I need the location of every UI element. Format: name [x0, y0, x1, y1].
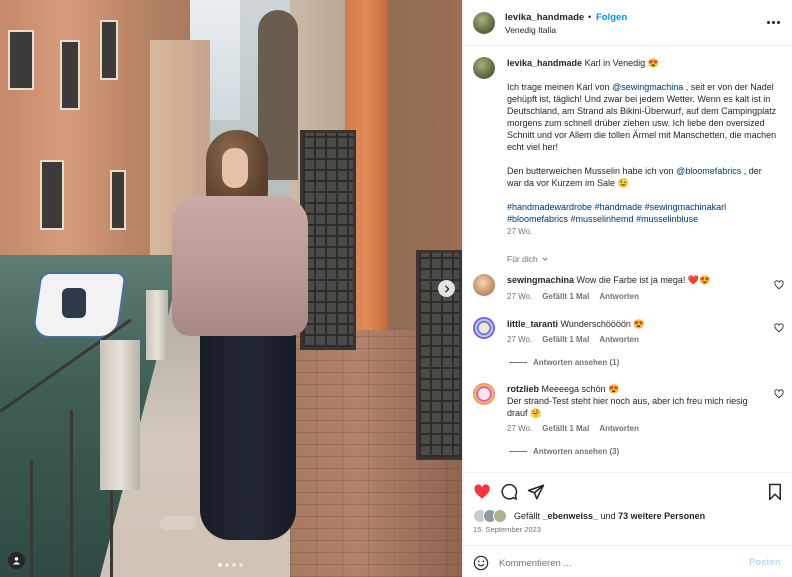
comment-likes[interactable]: Gefällt 1 Mal	[542, 424, 589, 433]
likes-text: Gefällt _ebenweiss_ und 73 weitere Perso…	[514, 511, 706, 521]
photo-window	[100, 20, 118, 80]
photo-window-grate	[416, 250, 462, 460]
photo-window	[110, 170, 126, 230]
comment-input[interactable]	[499, 553, 739, 573]
likes-summary[interactable]: Gefällt _ebenweiss_ und 73 weitere Perso…	[473, 509, 705, 523]
photo-window	[40, 160, 64, 230]
emoji-icon[interactable]	[473, 555, 489, 571]
translation-label: Für dich	[507, 254, 538, 264]
user-tag-button[interactable]	[8, 552, 25, 569]
heart-icon[interactable]	[473, 483, 491, 501]
caption-username[interactable]: levika_handmade	[507, 58, 582, 68]
translation-toggle[interactable]: Für dich	[507, 254, 549, 264]
more-options-button[interactable]	[765, 16, 781, 28]
reply-button[interactable]: Antworten	[599, 424, 639, 433]
likes-others[interactable]: 73 weitere Personen	[618, 511, 705, 521]
post-sidebar: levika_handmade • Folgen Venedig Italia …	[462, 0, 792, 577]
comment-time: 27 Wo.	[507, 292, 533, 301]
caption-time: 27 Wo.	[507, 227, 533, 236]
caption-headline: levika_handmade Karl in Venedig 😍	[507, 58, 659, 69]
mention-link[interactable]: @sewingmachina	[612, 82, 683, 92]
user-tag-icon	[12, 557, 21, 565]
bookmark-icon[interactable]	[766, 483, 784, 501]
comment-time: 27 Wo.	[507, 424, 533, 433]
comment-username[interactable]: little_taranti	[507, 319, 558, 329]
next-photo-button[interactable]	[438, 280, 455, 297]
photo-woman-shoe	[160, 516, 196, 530]
heart-icon[interactable]	[774, 323, 784, 333]
comment-text: sewingmachina Wow die Farbe ist ja mega!…	[507, 275, 711, 285]
comment-avatar[interactable]	[473, 317, 495, 339]
avatar[interactable]	[473, 12, 495, 34]
comment-likes[interactable]: Gefällt 1 Mal	[542, 335, 589, 344]
photo-woman-dress	[200, 300, 296, 540]
liker-avatars	[473, 509, 509, 523]
comment-time: 27 Wo.	[507, 335, 533, 344]
comment-meta: 27 Wo. Gefällt 1 Mal Antworten	[507, 424, 639, 433]
comment-username[interactable]: rotzlieb	[507, 384, 539, 394]
caption-title: Karl in Venedig 😍	[584, 58, 659, 68]
reply-button[interactable]: Antworten	[599, 292, 639, 301]
caption-hashtags[interactable]: #handmadewardrobe #handmade #sewingmachi…	[507, 201, 777, 225]
follow-button[interactable]: Folgen	[596, 12, 627, 23]
comment-text: little_taranti Wunderschöööön 😍	[507, 319, 645, 329]
post-username[interactable]: levika_handmade	[505, 12, 584, 23]
heart-icon[interactable]	[774, 280, 784, 290]
reply-button[interactable]: Antworten	[599, 335, 639, 344]
view-replies-button[interactable]: Antworten ansehen (3)	[509, 447, 619, 456]
comment-username[interactable]: sewingmachina	[507, 275, 574, 285]
share-icon[interactable]	[527, 483, 545, 501]
more-icon	[766, 20, 770, 24]
separator-dot: •	[588, 12, 592, 23]
post-header: levika_handmade • Folgen Venedig Italia	[463, 0, 792, 46]
liker-username[interactable]: _ebenweiss_	[543, 511, 599, 521]
post-date: 15. September 2023	[473, 525, 541, 534]
comment-avatar[interactable]	[473, 383, 495, 405]
post-actions: Gefällt _ebenweiss_ und 73 weitere Perso…	[463, 472, 792, 577]
carousel-dots	[218, 563, 243, 567]
photo-window	[8, 30, 34, 90]
heart-icon[interactable]	[774, 389, 784, 399]
comment-icon[interactable]	[500, 483, 518, 501]
caption-paragraph-1: Ich trage meinen Karl von @sewingmachina…	[507, 82, 777, 152]
caption-paragraph-2: Den butterweichen Musselin habe ich von …	[507, 166, 762, 188]
comment-likes[interactable]: Gefällt 1 Mal	[542, 292, 589, 301]
post-comment-button[interactable]: Posten	[749, 557, 781, 568]
post-location[interactable]: Venedig Italia	[505, 25, 556, 35]
comment-composer: Posten	[463, 545, 792, 577]
caption-body: Ich trage meinen Karl von @sewingmachina…	[507, 81, 777, 237]
view-replies-button[interactable]: Antworten ansehen (1)	[509, 358, 619, 367]
photo-window	[60, 40, 80, 110]
comment-avatar[interactable]	[473, 274, 495, 296]
photo-woman-blouse	[172, 196, 308, 336]
post-photo[interactable]	[0, 0, 462, 577]
comment-text: rotzlieb Meeeega schön 😍 Der strand-Test …	[507, 384, 748, 418]
mention-link[interactable]: @bloomefabrics	[676, 166, 741, 176]
photo-window-grate	[300, 130, 356, 350]
chevron-down-icon	[541, 257, 548, 261]
photo-woman-face	[222, 148, 248, 188]
comment-meta: 27 Wo. Gefällt 1 Mal Antworten	[507, 292, 639, 301]
comment-meta: 27 Wo. Gefällt 1 Mal Antworten	[507, 335, 639, 344]
caption-avatar[interactable]	[473, 57, 495, 79]
view-replies-label: Antworten ansehen (1)	[533, 358, 620, 367]
chevron-right-icon	[444, 284, 450, 293]
photo-railing	[0, 290, 168, 577]
view-replies-label: Antworten ansehen (3)	[533, 447, 620, 456]
